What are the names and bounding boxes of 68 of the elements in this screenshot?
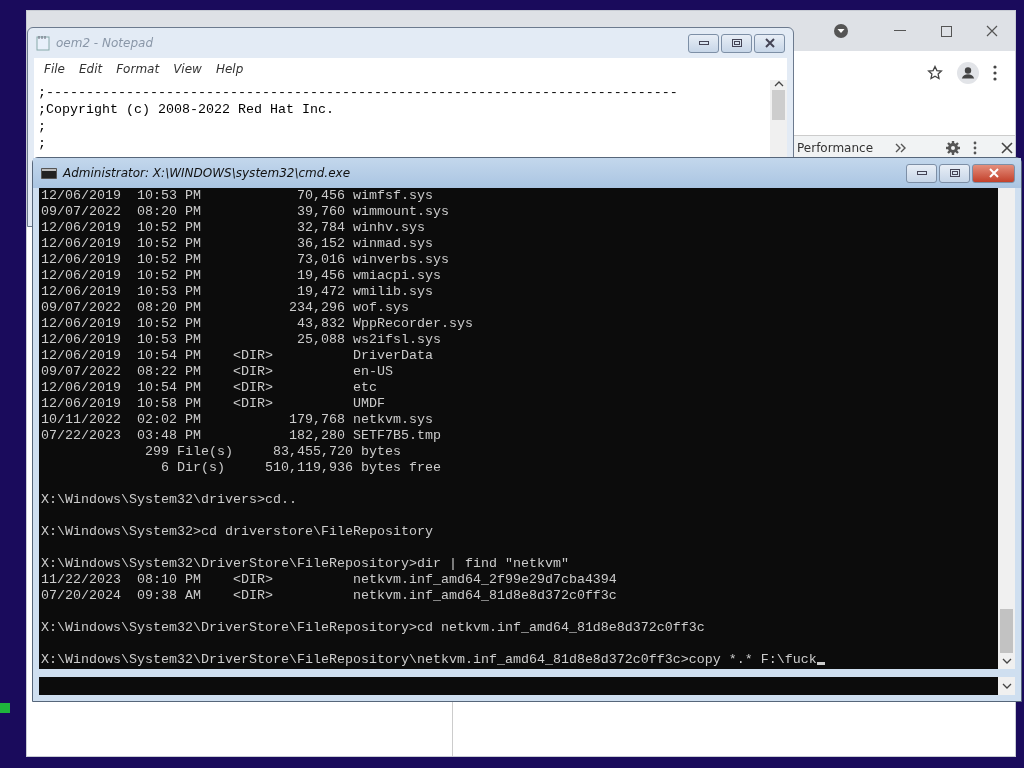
- scrollbar-thumb[interactable]: [1000, 609, 1013, 653]
- console-line: 299 File(s) 83,455,720 bytes: [143, 444, 401, 459]
- console-line: 07/20/2024 09:38 AM <DIR> netkvm.inf_amd64_81d8e8d372c0ff3c: [41, 588, 617, 603]
- console-line: X:\Windows\System32\DriverStore\FileRepository>dir | find "netkvm": [41, 556, 569, 571]
- console-icon: [41, 167, 57, 179]
- console-line: 09/07/2022 08:22 PM <DIR> en-US: [41, 364, 393, 379]
- close-button[interactable]: [972, 163, 1015, 183]
- maximize-icon: [940, 25, 952, 37]
- console-line: X:\Windows\System32\drivers>cd..: [41, 492, 297, 507]
- console-line: 6 Dir(s) 510,119,936 bytes free: [159, 460, 441, 475]
- console-line: 07/22/2023 03:48 PM 182,280 SETF7B5.tmp: [41, 428, 441, 443]
- console-line: 12/06/2019 10:53 PM 19,472 wmilib.sys: [41, 284, 433, 299]
- console-line: X:\Windows\System32>cd driverstore\FileRepository: [41, 524, 433, 539]
- console-line: 12/06/2019 10:54 PM <DIR> DriverData: [41, 348, 433, 363]
- text-line: ;: [38, 118, 46, 135]
- star-icon[interactable]: [927, 65, 943, 81]
- taskbar-indicator: [0, 703, 10, 713]
- window-title: Administrator: X:\WINDOWS\system32\cmd.exe: [63, 165, 351, 182]
- scroll-down-icon[interactable]: [1001, 682, 1012, 690]
- menu-item[interactable]: File: [44, 60, 65, 78]
- maximize-icon: [949, 169, 960, 177]
- window-title: oem2 - Notepad: [56, 35, 153, 52]
- text-line: ;: [38, 135, 46, 152]
- menu-item[interactable]: Help: [215, 60, 244, 78]
- console-line: 12/06/2019 10:53 PM 70,456 wimfsf.sys: [41, 188, 433, 203]
- minimize-button[interactable]: [906, 163, 937, 183]
- console-line: 09/07/2022 08:20 PM 234,296 wof.sys: [41, 300, 409, 315]
- more-icon[interactable]: [993, 65, 997, 81]
- profile-icon[interactable]: [957, 62, 979, 84]
- console-line: 12/06/2019 10:52 PM 32,784 winhv.sys: [41, 220, 425, 235]
- text-cursor: [816, 662, 825, 665]
- scrollbar-thumb[interactable]: [772, 90, 785, 120]
- maximize-button[interactable]: [939, 163, 970, 183]
- console-line: 12/06/2019 10:52 PM 73,016 winverbs.sys: [41, 252, 449, 267]
- console-line: 12/06/2019 10:53 PM 25,088 ws2ifsl.sys: [41, 332, 441, 347]
- text-line: ;Copyright (c) 2008-2022 Red Hat Inc.: [38, 101, 334, 118]
- console-line: X:\Windows\System32\DriverStore\FileRepository\netkvm.inf_amd64_81d8e8d372c0ff3c>copy *.* F:\fuck: [41, 652, 817, 667]
- close-button[interactable]: [754, 33, 785, 53]
- minimize-icon: [698, 41, 709, 45]
- menu-item[interactable]: View: [173, 60, 202, 78]
- console-line: 12/06/2019 10:52 PM 43,832 WppRecorder.sys: [41, 316, 473, 331]
- maximize-button[interactable]: [721, 33, 752, 53]
- console-line: 12/06/2019 10:54 PM <DIR> etc: [41, 380, 377, 395]
- text-line: ;-------------------------------------------------------------------------------: [38, 84, 678, 101]
- more-icon[interactable]: [973, 141, 978, 155]
- close-icon: [986, 25, 998, 37]
- close-icon[interactable]: [1001, 142, 1014, 154]
- console-line: 12/06/2019 10:52 PM 19,456 wmiacpi.sys: [41, 268, 441, 283]
- menu-item[interactable]: Edit: [78, 60, 103, 78]
- settings-icon[interactable]: [945, 140, 962, 156]
- console-line: 12/06/2019 10:58 PM <DIR> UMDF: [41, 396, 385, 411]
- close-icon: [987, 168, 1000, 178]
- console-line: X:\Windows\System32\DriverStore\FileRepository>cd netkvm.inf_amd64_81d8e8d372c0ff3c: [41, 620, 705, 635]
- menu-item[interactable]: Format: [116, 60, 160, 78]
- console-line: 12/06/2019 10:52 PM 36,152 winmad.sys: [41, 236, 433, 251]
- minimize-button[interactable]: [688, 33, 719, 53]
- console-line: 11/22/2023 08:10 PM <DIR> netkvm.inf_amd64_2f99e29d7cba4394: [41, 572, 617, 587]
- scroll-up-icon[interactable]: [773, 80, 784, 88]
- devtools-tab[interactable]: Performance: [797, 139, 874, 157]
- scroll-down-icon[interactable]: [1001, 657, 1012, 665]
- maximize-icon: [731, 39, 742, 47]
- console-line: 10/11/2022 02:02 PM 179,768 netkvm.sys: [41, 412, 433, 427]
- minimize-icon: [894, 30, 906, 32]
- close-icon: [763, 38, 776, 48]
- chevron-icon[interactable]: [895, 143, 908, 153]
- minimize-icon: [916, 171, 927, 175]
- console-line: 09/07/2022 08:20 PM 39,760 wimmount.sys: [41, 204, 449, 219]
- notepad-icon: [36, 35, 50, 51]
